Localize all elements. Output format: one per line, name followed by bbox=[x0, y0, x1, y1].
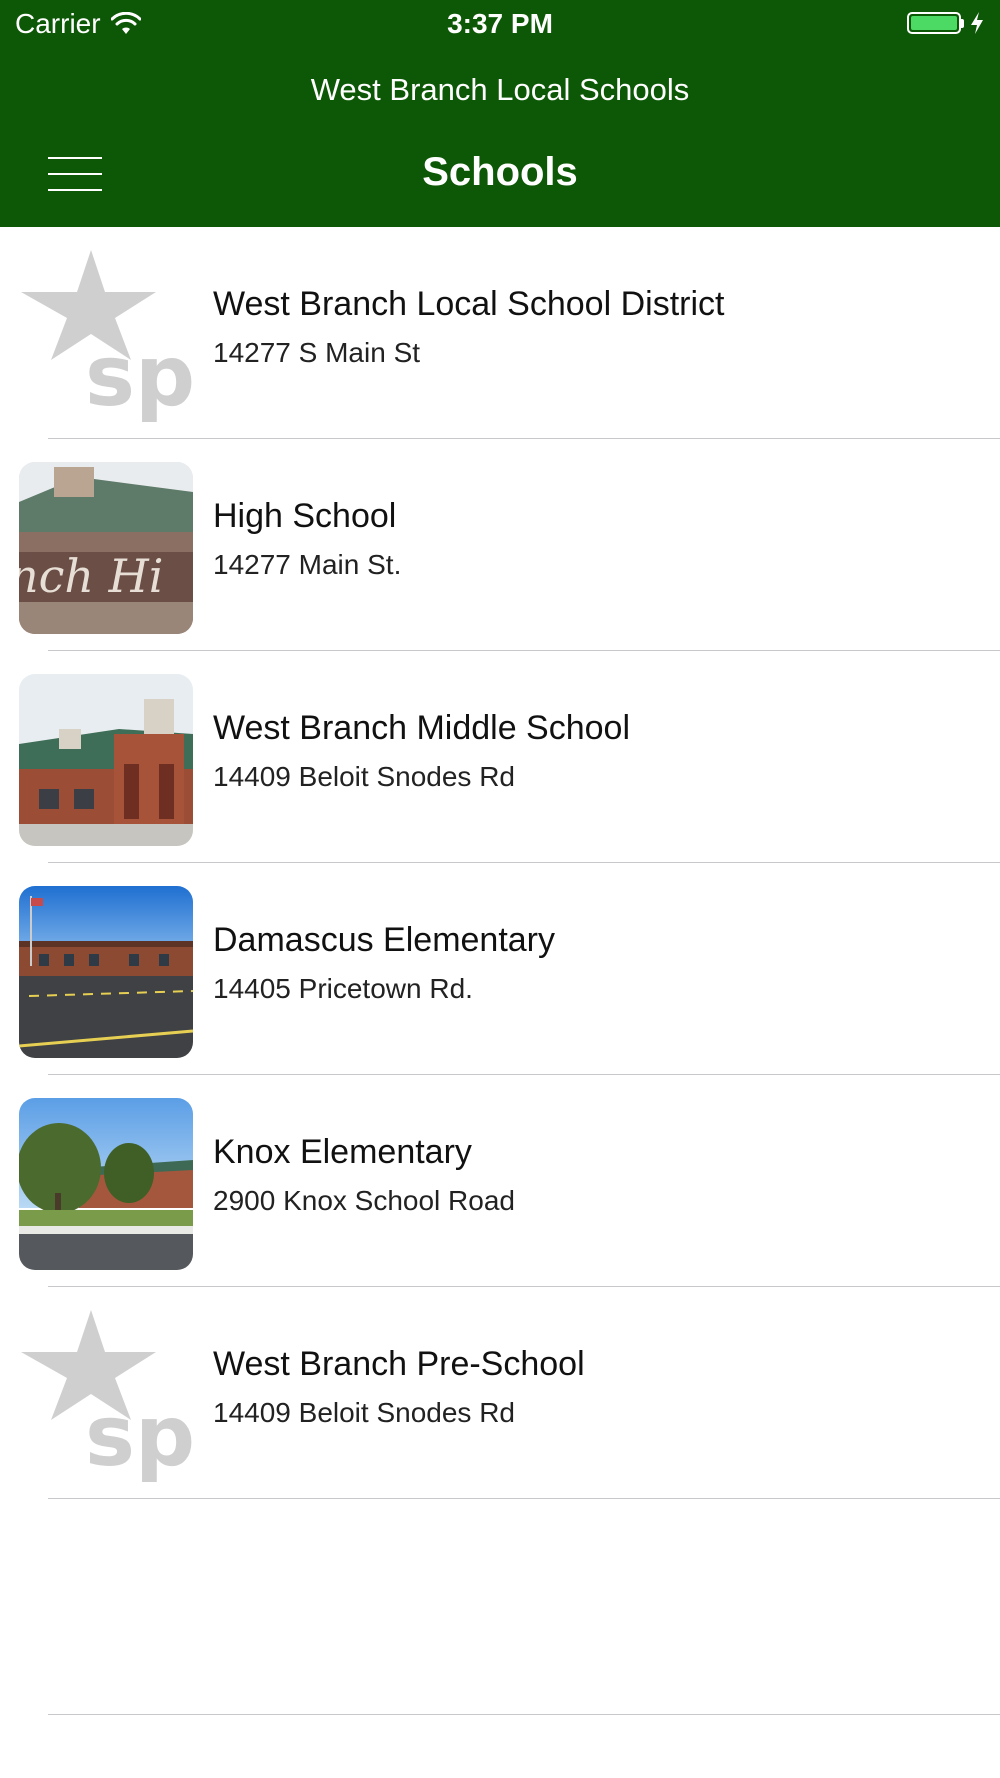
knox-elementary-photo bbox=[19, 1098, 193, 1270]
schools-list: sp West Branch Local School District 142… bbox=[0, 227, 1000, 1499]
school-name: West Branch Pre-School bbox=[213, 1345, 585, 1383]
list-item[interactable]: nch Hi High School 14277 Main St. bbox=[0, 439, 1000, 651]
status-bar: Carrier 3:37 PM bbox=[0, 0, 1000, 50]
middle-school-photo bbox=[19, 674, 193, 846]
sp-logo-icon: sp bbox=[19, 1310, 193, 1482]
school-address: 14277 S Main St bbox=[213, 337, 421, 368]
status-time: 3:37 PM bbox=[447, 8, 553, 39]
page-title: Schools bbox=[422, 150, 578, 194]
battery-icon bbox=[907, 12, 961, 34]
high-school-photo: nch Hi bbox=[19, 462, 193, 634]
school-name: High School bbox=[213, 497, 397, 535]
nav-header: Carrier 3:37 PM West Branch Local School… bbox=[0, 0, 1000, 227]
sp-logo-icon: sp bbox=[19, 250, 193, 422]
school-address: 14409 Beloit Snodes Rd bbox=[213, 1397, 515, 1428]
list-item[interactable]: West Branch Middle School 14409 Beloit S… bbox=[0, 651, 1000, 863]
list-item[interactable]: sp West Branch Pre-School 14409 Beloit S… bbox=[0, 1287, 1000, 1499]
school-name: Knox Elementary bbox=[213, 1133, 472, 1171]
damascus-elementary-photo bbox=[19, 886, 193, 1058]
empty-row-divider bbox=[48, 1714, 1000, 1715]
school-name: West Branch Middle School bbox=[213, 709, 631, 747]
svg-text:nch Hi: nch Hi bbox=[19, 549, 163, 603]
battery-indicator bbox=[907, 12, 984, 34]
school-address: 14405 Pricetown Rd. bbox=[213, 973, 473, 1004]
school-address: 2900 Knox School Road bbox=[213, 1185, 515, 1216]
app-title: West Branch Local Schools bbox=[310, 72, 690, 107]
school-name: West Branch Local School District bbox=[213, 285, 725, 323]
list-item[interactable]: sp West Branch Local School District 142… bbox=[0, 227, 1000, 439]
school-address: 14409 Beloit Snodes Rd bbox=[213, 761, 515, 792]
svg-text:sp: sp bbox=[85, 1387, 193, 1482]
bolt-icon bbox=[971, 12, 983, 34]
list-item[interactable]: Knox Elementary 2900 Knox School Road bbox=[0, 1075, 1000, 1287]
list-item[interactable]: Damascus Elementary 14405 Pricetown Rd. bbox=[0, 863, 1000, 1075]
row-divider bbox=[48, 1498, 1000, 1499]
school-name: Damascus Elementary bbox=[213, 921, 556, 959]
school-address: 14277 Main St. bbox=[213, 549, 402, 580]
svg-text:sp: sp bbox=[85, 327, 193, 422]
